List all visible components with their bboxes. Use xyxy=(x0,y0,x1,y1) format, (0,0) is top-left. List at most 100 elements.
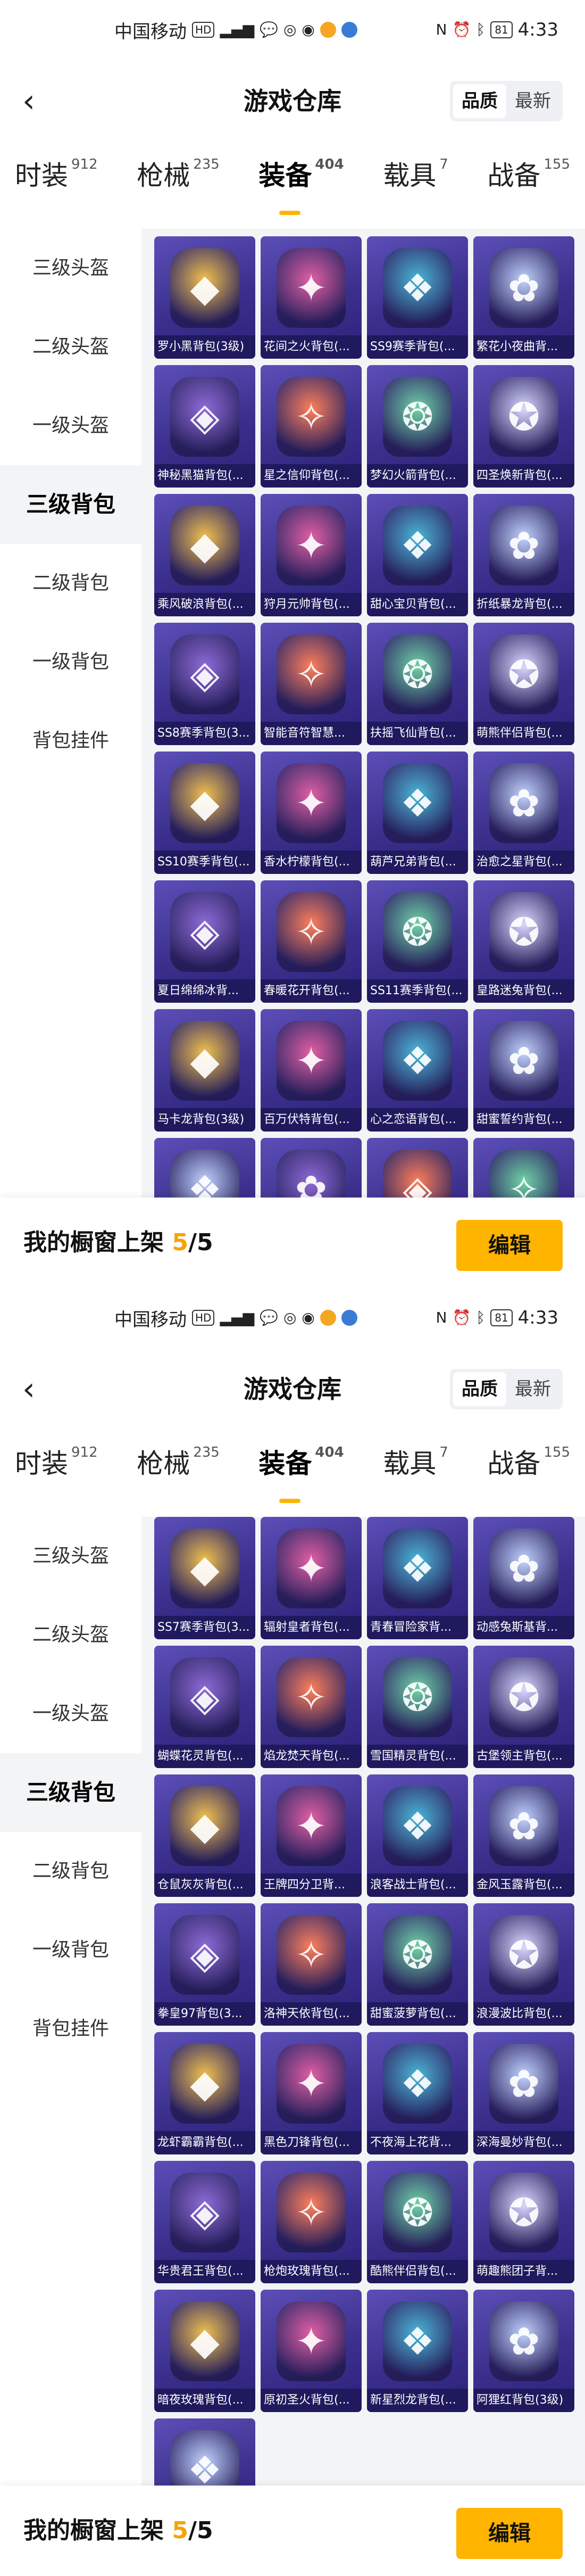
backpack-item-card[interactable]: ◆ 罗小黑背包(3级) xyxy=(154,236,255,359)
backpack-item-card[interactable]: ❂ 甜蜜菠萝背包(... xyxy=(367,1903,468,2026)
sidebar-item-level3-backpack[interactable]: 三级背包 xyxy=(0,1753,141,1832)
tab-supplies[interactable]: 战备 155 xyxy=(487,1442,570,1501)
backpack-item-card[interactable]: ✦ 香水柠檬背包(... xyxy=(261,752,362,874)
sort-toggle: 品质 最新 xyxy=(450,81,563,121)
backpack-item-card[interactable]: ❖ 青春冒险家背... xyxy=(367,1517,468,1639)
backpack-item-card[interactable]: ◆ 乘风破浪背包(... xyxy=(154,494,255,616)
backpack-item-card[interactable]: ❖ xyxy=(154,2418,255,2486)
backpack-item-card[interactable]: ✿ xyxy=(261,1138,362,1198)
sidebar: 三级头盔 二级头盔 一级头盔 三级背包 二级背包 一级背包 背包挂件 xyxy=(0,1517,141,2486)
backpack-item-card[interactable]: ❖ 心之恋语背包(... xyxy=(367,1009,468,1132)
backpack-item-card[interactable]: ✦ 狩月元帅背包(... xyxy=(261,494,362,616)
item-grid-area: ◆ 罗小黑背包(3级) ✦ 花间之火背包(... ❖ SS9赛季背包(... ✿ 繁花小夜曲背… xyxy=(141,229,585,1198)
backpack-item-card[interactable]: ◈ xyxy=(367,1138,468,1198)
backpack-item-card[interactable]: ✪ 萌熊伴侣背包(... xyxy=(473,623,574,745)
backpack-item-card[interactable]: ✪ 四圣焕新背包(... xyxy=(473,365,574,488)
tab-vehicles[interactable]: 载具 7 xyxy=(383,154,448,213)
backpack-item-card[interactable]: ✧ 星之信仰背包(... xyxy=(261,365,362,488)
backpack-item-card[interactable]: ❖ 葫芦兄弟背包(... xyxy=(367,752,468,874)
sidebar-item-level2-helmet[interactable]: 二级头盔 xyxy=(0,308,141,386)
backpack-item-card[interactable]: ✦ 百万伏特背包(... xyxy=(261,1009,362,1132)
backpack-item-card[interactable]: ✪ 萌趣熊团子背... xyxy=(473,2161,574,2283)
sort-latest-button[interactable]: 最新 xyxy=(506,84,559,118)
backpack-item-card[interactable]: ✿ 折纸暴龙背包(... xyxy=(473,494,574,616)
backpack-item-card[interactable]: ✦ 花间之火背包(... xyxy=(261,236,362,359)
backpack-image: ❖ xyxy=(170,2430,239,2486)
backpack-item-card[interactable]: ❖ SS9赛季背包(... xyxy=(367,236,468,359)
sidebar-item-level1-backpack[interactable]: 一级背包 xyxy=(0,623,141,701)
backpack-item-card[interactable]: ✪ 浪漫波比背包(... xyxy=(473,1903,574,2026)
tab-guns[interactable]: 枪械 235 xyxy=(137,1442,220,1501)
tab-fashion[interactable]: 时装 912 xyxy=(15,154,98,213)
sidebar-item-level1-helmet[interactable]: 一级头盔 xyxy=(0,386,141,465)
backpack-item-card[interactable]: ✧ 枪炮玫瑰背包(... xyxy=(261,2161,362,2283)
backpack-item-card[interactable]: ✿ 繁花小夜曲背... xyxy=(473,236,574,359)
backpack-item-card[interactable]: ❖ 新星烈龙背包(... xyxy=(367,2290,468,2412)
backpack-item-card[interactable]: ❖ xyxy=(154,1138,255,1198)
sidebar-item-level3-helmet[interactable]: 三级头盔 xyxy=(0,229,141,308)
backpack-item-card[interactable]: ◆ SS7赛季背包(3... xyxy=(154,1517,255,1639)
backpack-item-card[interactable]: ✪ 古堡领主背包(... xyxy=(473,1646,574,1768)
sidebar-item-level3-backpack[interactable]: 三级背包 xyxy=(0,465,141,544)
tab-guns[interactable]: 枪械 235 xyxy=(137,154,220,213)
backpack-item-card[interactable]: ✿ 深海曼妙背包(... xyxy=(473,2032,574,2154)
sidebar-item-level2-backpack[interactable]: 二级背包 xyxy=(0,1832,141,1911)
backpack-item-card[interactable]: ❂ 扶摇飞仙背包(... xyxy=(367,623,468,745)
sort-latest-button[interactable]: 最新 xyxy=(506,1372,559,1406)
edit-button[interactable]: 编辑 xyxy=(456,2508,563,2559)
sidebar-item-backpack-charm[interactable]: 背包挂件 xyxy=(0,1989,141,2068)
tab-equipment[interactable]: 装备 404 xyxy=(258,154,344,213)
backpack-item-card[interactable]: ✦ 原初圣火背包(... xyxy=(261,2290,362,2412)
backpack-item-card[interactable]: ◈ 蝴蝶花灵背包(... xyxy=(154,1646,255,1768)
backpack-item-card[interactable]: ◈ 神秘黑猫背包(... xyxy=(154,365,255,488)
backpack-item-card[interactable]: ◈ 华贵君王背包(... xyxy=(154,2161,255,2283)
backpack-item-card[interactable]: ✿ 阿狸红背包(3级) xyxy=(473,2290,574,2412)
backpack-item-card[interactable]: ◆ SS10赛季背包(... xyxy=(154,752,255,874)
backpack-item-card[interactable]: ❖ 浪客战士背包(... xyxy=(367,1774,468,1897)
backpack-image: ❖ xyxy=(383,1021,452,1101)
sidebar-item-level1-backpack[interactable]: 一级背包 xyxy=(0,1911,141,1989)
backpack-item-card[interactable]: ❂ 梦幻火箭背包(... xyxy=(367,365,468,488)
backpack-item-card[interactable]: ✦ 王牌四分卫背... xyxy=(261,1774,362,1897)
backpack-item-card[interactable]: ✧ 智能音符智慧... xyxy=(261,623,362,745)
sort-quality-button[interactable]: 品质 xyxy=(453,84,506,118)
backpack-image: ❖ xyxy=(383,248,452,328)
backpack-item-card[interactable]: ◈ SS8赛季背包(3... xyxy=(154,623,255,745)
backpack-image: ✦ xyxy=(277,2044,346,2124)
backpack-item-card[interactable]: ◆ 仓鼠灰灰背包(... xyxy=(154,1774,255,1897)
backpack-item-card[interactable]: ❂ SS11赛季背包(... xyxy=(367,880,468,1003)
sidebar-item-level2-helmet[interactable]: 二级头盔 xyxy=(0,1596,141,1674)
sidebar-item-backpack-charm[interactable]: 背包挂件 xyxy=(0,701,141,780)
backpack-item-card[interactable]: ✦ 辐射皇者背包(... xyxy=(261,1517,362,1639)
sidebar-item-level2-backpack[interactable]: 二级背包 xyxy=(0,544,141,623)
tab-vehicles[interactable]: 载具 7 xyxy=(383,1442,448,1501)
sidebar-item-level1-helmet[interactable]: 一级头盔 xyxy=(0,1674,141,1753)
backpack-item-card[interactable]: ◆ 马卡龙背包(3级) xyxy=(154,1009,255,1132)
tab-equipment[interactable]: 装备 404 xyxy=(258,1442,344,1501)
backpack-item-card[interactable]: ✧ 洛神天依背包(... xyxy=(261,1903,362,2026)
backpack-image: ✪ xyxy=(489,2173,558,2252)
edit-button[interactable]: 编辑 xyxy=(456,1220,563,1271)
backpack-item-card[interactable]: ✪ 皇路迷兔背包(... xyxy=(473,880,574,1003)
backpack-item-card[interactable]: ✧ 焰龙焚天背包(... xyxy=(261,1646,362,1768)
backpack-item-card[interactable]: ❖ 甜心宝贝背包(... xyxy=(367,494,468,616)
tab-fashion[interactable]: 时装 912 xyxy=(15,1442,98,1501)
backpack-item-card[interactable]: ❂ 酷熊伴侣背包(... xyxy=(367,2161,468,2283)
sidebar-item-level3-helmet[interactable]: 三级头盔 xyxy=(0,1517,141,1596)
backpack-item-card[interactable]: ❖ 不夜海上花背... xyxy=(367,2032,468,2154)
backpack-item-card[interactable]: ◆ 暗夜玫瑰背包(... xyxy=(154,2290,255,2412)
backpack-item-card[interactable]: ◈ 夏日绵绵冰背... xyxy=(154,880,255,1003)
backpack-item-card[interactable]: ✧ 春暖花开背包(... xyxy=(261,880,362,1003)
backpack-item-card[interactable]: ✿ 金风玉露背包(... xyxy=(473,1774,574,1897)
sort-quality-button[interactable]: 品质 xyxy=(453,1372,506,1406)
backpack-item-card[interactable]: ✿ 动感兔斯基背... xyxy=(473,1517,574,1639)
backpack-item-card[interactable]: ◆ 龙虾霸霸背包(... xyxy=(154,2032,255,2154)
backpack-item-card[interactable]: ✿ 治愈之星背包(... xyxy=(473,752,574,874)
tab-supplies[interactable]: 战备 155 xyxy=(487,154,570,213)
backpack-item-card[interactable]: ✦ 黑色刀锋背包(... xyxy=(261,2032,362,2154)
item-name: 扶摇飞仙背包(... xyxy=(367,722,468,745)
backpack-item-card[interactable]: ✧ xyxy=(473,1138,574,1198)
backpack-item-card[interactable]: ✿ 甜蜜誓约背包(... xyxy=(473,1009,574,1132)
backpack-item-card[interactable]: ❂ 雪国精灵背包(... xyxy=(367,1646,468,1768)
backpack-item-card[interactable]: ◈ 拳皇97背包(3... xyxy=(154,1903,255,2026)
